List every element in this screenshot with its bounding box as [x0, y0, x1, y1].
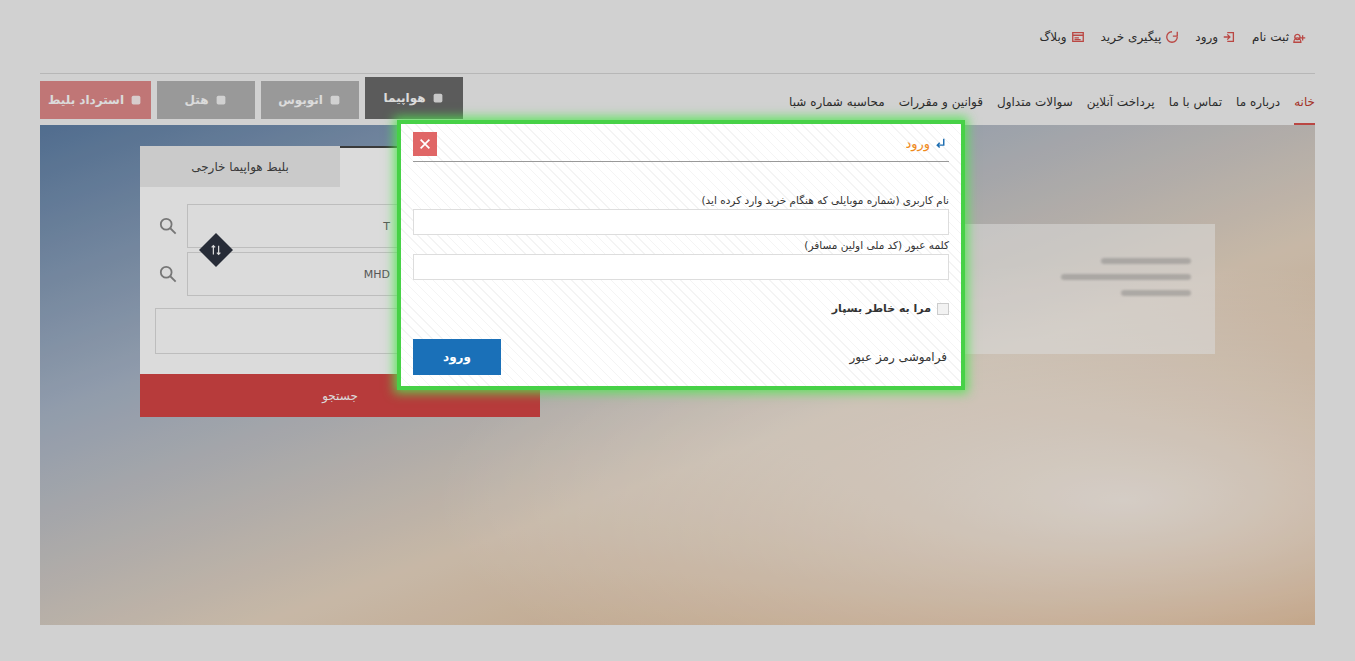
form-field: کلمه عبور (کد ملی اولین مسافر) [413, 239, 949, 280]
close-icon [418, 137, 432, 151]
login-modal: ورود نام کاربری (شماره موبایلی که هنگام خ… [397, 120, 965, 390]
remember-me[interactable]: مرا به خاطر بسپار [413, 302, 949, 315]
enter-arrow-icon [934, 137, 947, 150]
text-input[interactable] [413, 254, 949, 280]
field-label: نام کاربری (شماره موبایلی که هنگام خرید … [413, 194, 949, 206]
close-button[interactable] [413, 132, 437, 156]
field-label: کلمه عبور (کد ملی اولین مسافر) [413, 239, 949, 251]
modal-title: ورود [905, 136, 949, 151]
checkbox[interactable] [937, 303, 949, 315]
modal-body: نام کاربری (شماره موبایلی که هنگام خرید … [413, 162, 949, 375]
page: ثبت نامورودپیگیری خریدوبلاگخانهدرباره ما… [0, 0, 1355, 661]
form-field: نام کاربری (شماره موبایلی که هنگام خرید … [413, 194, 949, 235]
login-button[interactable]: ورود [413, 339, 501, 375]
modal-footer: فراموشی رمز عبور ورود [413, 339, 949, 375]
forgot-password-link[interactable]: فراموشی رمز عبور [849, 350, 949, 364]
text-input[interactable] [413, 209, 949, 235]
modal-header: ورود [413, 124, 949, 162]
